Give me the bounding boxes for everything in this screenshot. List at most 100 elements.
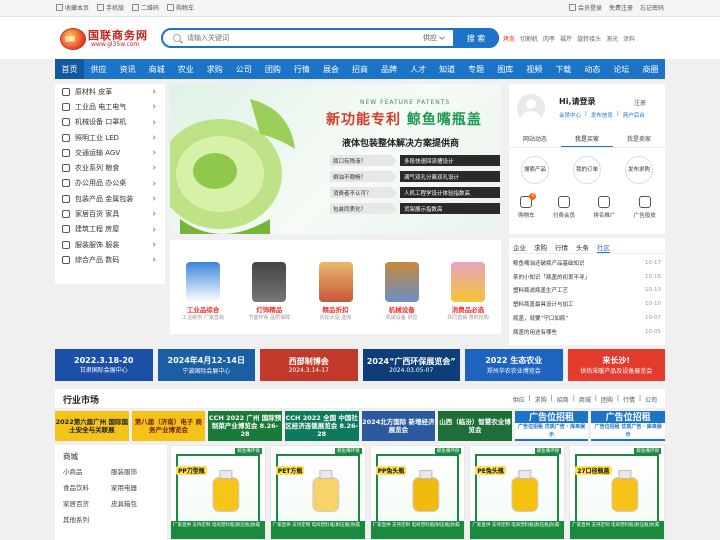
mall-product-card[interactable]: 鲸鱼嘴环保 27口径瓶盖 厂家直供 支持定制 电商塑料瓶|耐压瓶|防漏 bbox=[569, 445, 665, 540]
my-orders-button[interactable]: 我的订单 bbox=[573, 156, 601, 184]
category-item[interactable]: 建筑工程 房屋 bbox=[55, 222, 165, 237]
login-link[interactable]: 会员登录 bbox=[568, 3, 602, 12]
nav-item-18[interactable]: 动态 bbox=[578, 59, 607, 79]
nav-item-11[interactable]: 品牌 bbox=[375, 59, 404, 79]
nav-item-17[interactable]: 下载 bbox=[549, 59, 578, 79]
site-logo[interactable]: 国联 国联商务网 www.gl35w.com bbox=[60, 26, 150, 52]
bookmark-link[interactable]: 收藏本页 bbox=[56, 3, 89, 12]
news-tab[interactable]: 行情 bbox=[555, 242, 568, 253]
mall-category-link[interactable]: 家居百货 bbox=[63, 498, 111, 508]
mall-category-link[interactable]: 家用电器 bbox=[111, 482, 159, 492]
search-button[interactable]: 搜 索 bbox=[453, 28, 499, 48]
category-item[interactable]: 综合产品 数码 bbox=[55, 252, 165, 267]
expo-ad[interactable]: 来长沙! 供热采暖产品及设备展览会 bbox=[567, 349, 665, 381]
news-item[interactable]: 茶的小知识「瓶盖的初衷不寻」 10-16 bbox=[513, 270, 661, 284]
expo-ad[interactable]: 2024年4月12-14日 宁波国际会展中心 bbox=[157, 349, 255, 381]
category-item[interactable]: 包装产品 金属包装 bbox=[55, 191, 165, 206]
category-item[interactable]: 农业系列 粮食 bbox=[55, 160, 165, 175]
mall-category-link[interactable]: 小商品 bbox=[63, 466, 111, 476]
search-products-button[interactable]: 搜索产品 bbox=[521, 156, 549, 184]
market-link[interactable]: 团购 bbox=[601, 395, 613, 404]
market-link[interactable]: 商城 bbox=[579, 395, 591, 404]
category-item[interactable]: 家居百货 家具 bbox=[55, 206, 165, 221]
category-item[interactable]: 机械设备 口罩机 bbox=[55, 115, 165, 130]
search-input[interactable] bbox=[187, 32, 377, 44]
hot-keyword[interactable]: 旋转接头 bbox=[577, 34, 601, 43]
news-tab[interactable]: 头条 bbox=[576, 242, 589, 253]
mall-product-card[interactable]: 鲸鱼嘴环保 PE兔头瓶 厂家直供 支持定制 电商塑料瓶|耐压瓶|防漏 bbox=[469, 445, 566, 540]
market-expo-ad[interactable]: 2024北方国际 新增经济展览会 bbox=[361, 411, 436, 441]
market-expo-ad[interactable]: 山西（临汾）智慧农业博览会 bbox=[438, 411, 512, 441]
news-tab[interactable]: 企业 bbox=[513, 242, 526, 253]
category-item[interactable]: 交通运输 AGV bbox=[55, 145, 165, 160]
category-item[interactable]: 照明工业 LED bbox=[55, 130, 165, 145]
category-item[interactable]: 工业品 电工电气 bbox=[55, 99, 165, 114]
hot-keyword[interactable]: 涂料 bbox=[623, 34, 635, 43]
nav-item-3[interactable]: 商城 bbox=[142, 59, 171, 79]
mall-category-link[interactable]: 食品饮料 bbox=[63, 482, 111, 492]
mobile-link[interactable]: 手机版 bbox=[97, 3, 124, 12]
search-category-select[interactable]: 供应 bbox=[423, 33, 445, 43]
nav-item-5[interactable]: 求购 bbox=[200, 59, 229, 79]
register-button[interactable]: 注册 bbox=[634, 98, 646, 107]
hot-keyword[interactable]: 测光 bbox=[606, 34, 618, 43]
nav-item-19[interactable]: 论坛 bbox=[607, 59, 636, 79]
category-item[interactable]: 办公用品 办公桌 bbox=[55, 176, 165, 191]
news-item[interactable]: 塑料瓶滤瓶盖生产工艺 10-13 bbox=[513, 284, 661, 298]
news-item[interactable]: 瓶盖的用途有哪些 10-05 bbox=[513, 325, 661, 339]
mall-product-card[interactable]: 鲸鱼嘴环保 PP兔头瓶 厂家直供 支持定制 电商塑料瓶|耐压瓶|防漏 bbox=[369, 445, 466, 540]
register-link[interactable]: 免费注册 bbox=[609, 3, 633, 12]
mall-category-link[interactable]: 皮具箱包 bbox=[111, 498, 159, 508]
cart-shortcut[interactable]: 0 购物车 bbox=[518, 193, 537, 219]
hot-keyword[interactable]: 烤条 bbox=[503, 34, 515, 43]
market-link[interactable]: 公司 bbox=[645, 395, 657, 404]
forgot-password-link[interactable]: 忘记密码 bbox=[640, 3, 664, 12]
nav-item-10[interactable]: 招商 bbox=[345, 59, 374, 79]
mall-category-link[interactable]: 其他系列 bbox=[63, 514, 111, 524]
market-link[interactable]: 行情 bbox=[623, 395, 635, 404]
category-item[interactable]: 服装服饰 服装 bbox=[55, 237, 165, 252]
nav-item-20[interactable]: 商圈 bbox=[636, 59, 665, 79]
news-item[interactable]: 瓶盖，就要“守口如瓶” 10-07 bbox=[513, 311, 661, 325]
nav-item-2[interactable]: 资讯 bbox=[113, 59, 142, 79]
category-item[interactable]: 原材料 皮革 bbox=[55, 84, 165, 99]
news-tab[interactable]: 求购 bbox=[534, 242, 547, 253]
qrcode-link[interactable]: 二维码 bbox=[132, 3, 159, 12]
nav-item-16[interactable]: 视频 bbox=[520, 59, 549, 79]
hot-keyword[interactable]: 福芹 bbox=[560, 34, 572, 43]
ad-shortcut[interactable]: 广告投放 bbox=[634, 196, 656, 219]
nav-item-15[interactable]: 图库 bbox=[491, 59, 520, 79]
nav-item-14[interactable]: 专题 bbox=[462, 59, 491, 79]
hot-keyword[interactable]: 切割机 bbox=[520, 34, 538, 43]
tab-site-news[interactable]: 网站动态 bbox=[509, 134, 561, 147]
hot-keyword[interactable]: 肉亭 bbox=[543, 34, 555, 43]
post-request-button[interactable]: 发布求购 bbox=[625, 156, 653, 184]
cart-link[interactable]: 购物车 bbox=[167, 3, 194, 12]
nav-item-12[interactable]: 人才 bbox=[404, 59, 433, 79]
nav-item-9[interactable]: 展会 bbox=[316, 59, 345, 79]
nav-item-13[interactable]: 知道 bbox=[433, 59, 462, 79]
nav-item-8[interactable]: 行情 bbox=[287, 59, 316, 79]
expo-ad[interactable]: 2024“广西环保展览会” 2024.03.05-07 bbox=[362, 349, 460, 381]
market-link[interactable]: 供应 bbox=[513, 395, 525, 404]
market-expo-ad[interactable]: CCH 2022 全国 中国社区经济连锁展览会 8.26-28 bbox=[284, 411, 359, 441]
tab-seller[interactable]: 我是卖家 bbox=[613, 134, 665, 147]
hero-banner[interactable]: NEW FEATURE PATENTS 新功能专利 鲸鱼嘴瓶盖 液体包装整体解决… bbox=[170, 84, 501, 234]
product-card[interactable]: 灯饰精品 节能环保 品质保障 bbox=[236, 240, 302, 334]
expo-ad[interactable]: 2022 生态农业 郑州华农农业博览会 bbox=[465, 349, 563, 381]
nav-item-4[interactable]: 农业 bbox=[171, 59, 200, 79]
market-expo-ad[interactable]: 2022第六届广州 国际国土安全与关联展 bbox=[55, 411, 129, 441]
expo-ad[interactable]: 2022.3.18-20 甘肃国际会展中心 bbox=[55, 349, 153, 381]
nav-item-6[interactable]: 公司 bbox=[229, 59, 258, 79]
ad-slot-for-rent[interactable]: 广告位招租 广告位招租 优质广告 · 库来展示 bbox=[514, 411, 589, 441]
nav-item-7[interactable]: 团购 bbox=[258, 59, 287, 79]
product-card[interactable]: 机械设备 机械设备 供应 bbox=[369, 240, 435, 334]
product-card[interactable]: 消费品必选 共同直销 限时抢购 bbox=[435, 240, 501, 334]
market-link[interactable]: 招商 bbox=[557, 395, 569, 404]
news-item[interactable]: 鲸鱼嘴油还破瓶产品基础知识 10-17 bbox=[513, 256, 661, 270]
member-center-link[interactable]: 会员中心 bbox=[559, 111, 581, 119]
mall-product-card[interactable]: 鲸鱼嘴环保 PET方瓶 厂家直供 支持定制 电商塑料瓶|耐压瓶|防漏 bbox=[269, 445, 366, 540]
mall-product-card[interactable]: 鲸鱼嘴环保 PP刀型瓶 厂家直供 支持定制 电商塑料瓶|耐压瓶|防漏 bbox=[170, 445, 266, 540]
news-tab[interactable]: 社区 bbox=[597, 242, 610, 253]
product-card[interactable]: 精品折扣 折扣大促 选购 bbox=[302, 240, 368, 334]
